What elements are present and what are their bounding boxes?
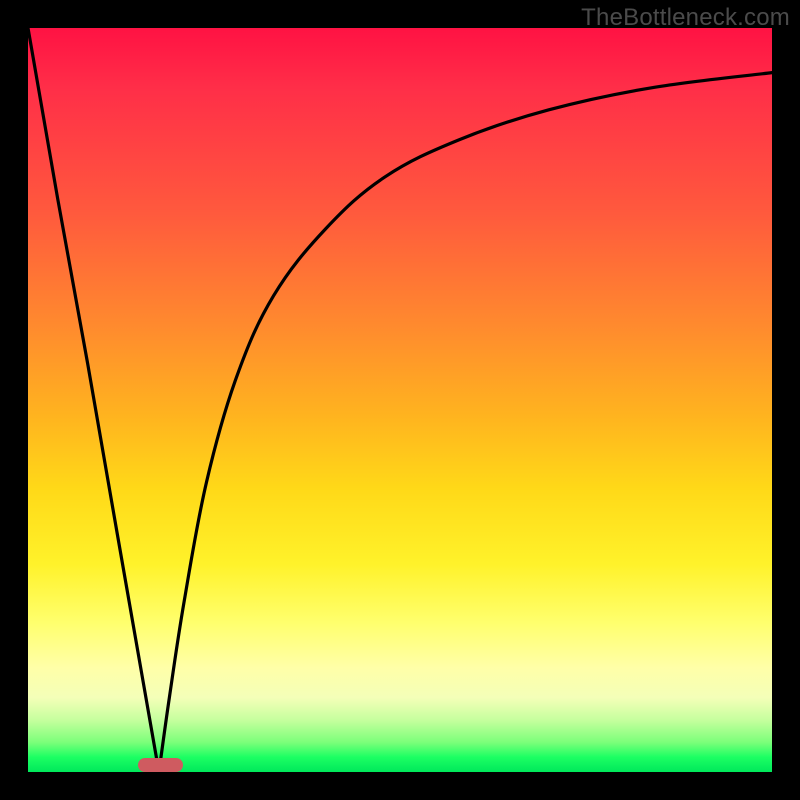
curve-right-branch bbox=[159, 73, 772, 772]
chart-frame: TheBottleneck.com bbox=[0, 0, 800, 800]
curve-left-branch bbox=[28, 28, 159, 772]
bottleneck-curve bbox=[28, 28, 772, 772]
watermark-text: TheBottleneck.com bbox=[581, 4, 790, 32]
plot-area bbox=[28, 28, 772, 772]
optimal-marker bbox=[138, 758, 183, 772]
